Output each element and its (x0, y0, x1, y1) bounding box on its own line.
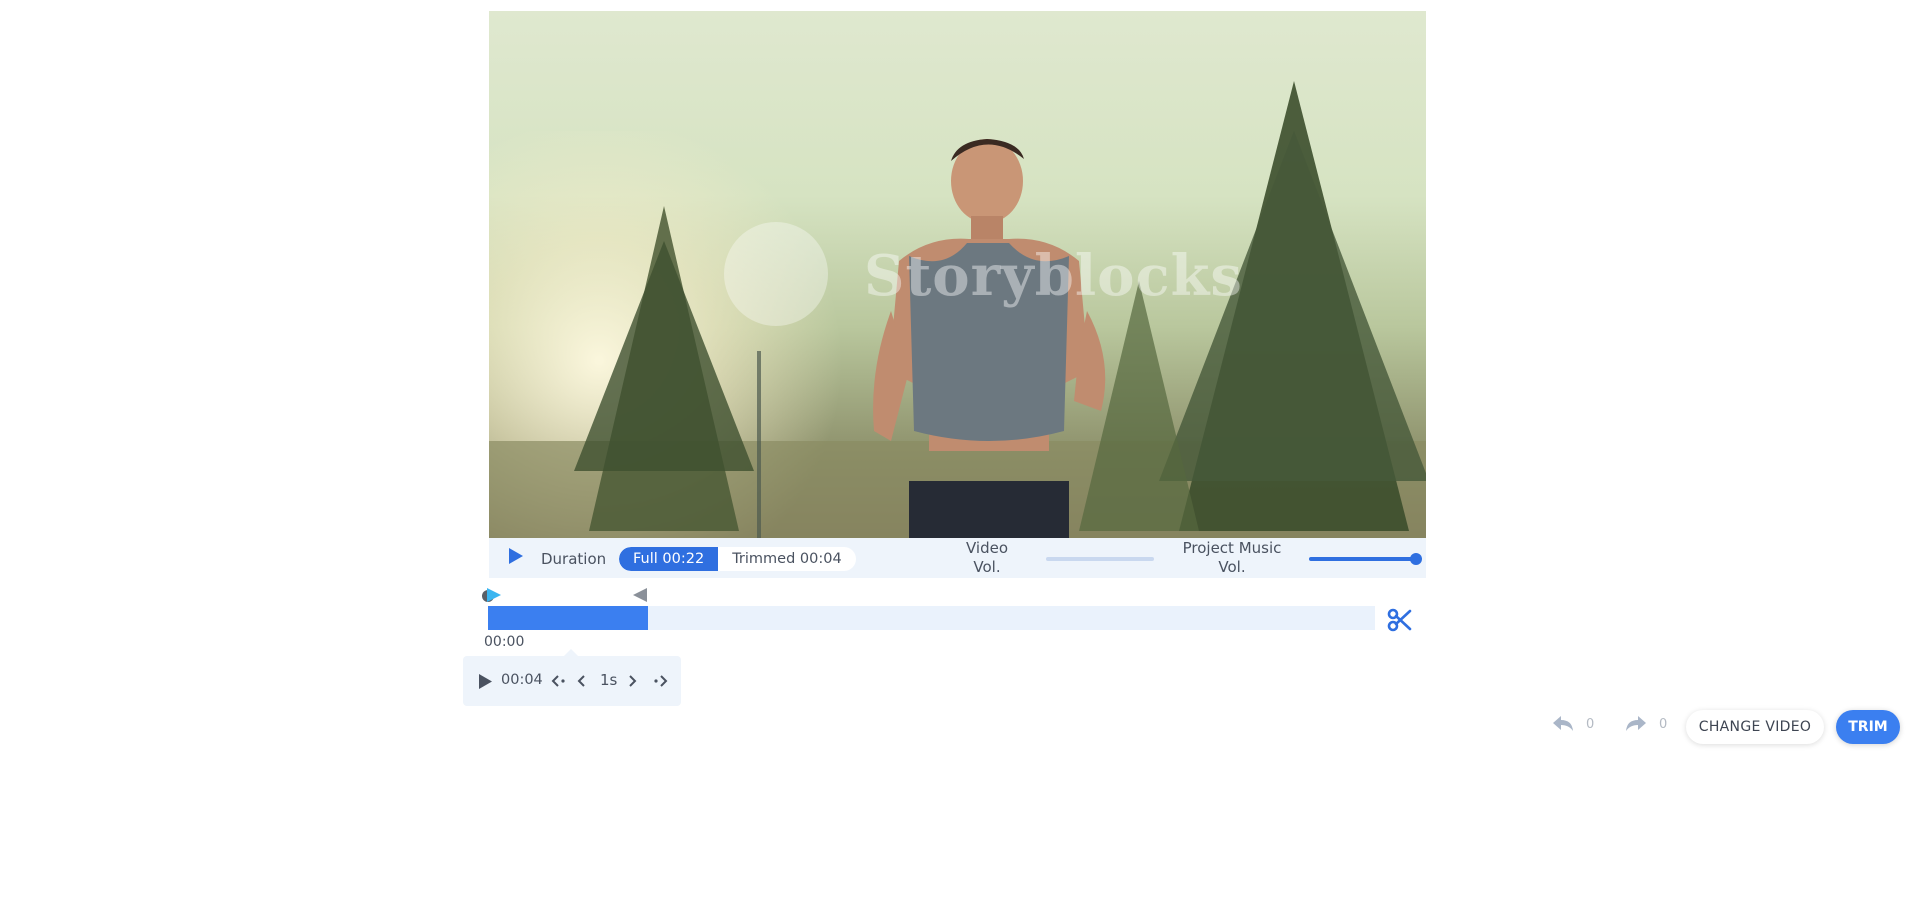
music-volume-label: Project Music Vol. (1182, 539, 1282, 576)
undo-icon[interactable] (1551, 713, 1575, 733)
watermark-text: Storyblocks (864, 243, 1243, 309)
trim-start-handle[interactable] (481, 586, 503, 604)
jump-start-icon[interactable] (550, 669, 568, 693)
trim-selection[interactable] (488, 606, 648, 630)
undo-count: 0 (1586, 717, 1595, 732)
redo-icon[interactable] (1624, 713, 1648, 733)
change-video-button[interactable]: CHANGE VIDEO (1686, 710, 1824, 744)
step-back-icon[interactable] (575, 669, 589, 693)
watermark-logo (724, 222, 828, 326)
player-control-bar: Duration Full 00:22 Trimmed 00:04 Video … (489, 538, 1426, 578)
redo-count: 0 (1659, 717, 1668, 732)
duration-trimmed-option[interactable]: Trimmed 00:04 (718, 547, 856, 571)
popover-caret (563, 649, 579, 657)
step-size[interactable]: 1s (600, 671, 617, 689)
current-time: 00:04 (501, 672, 543, 688)
jump-end-icon[interactable] (651, 669, 669, 693)
step-forward-icon[interactable] (625, 669, 639, 693)
video-volume-slider[interactable] (1046, 557, 1154, 561)
timeline-start-time: 00:00 (484, 634, 525, 650)
duration-label: Duration (541, 550, 607, 568)
video-preview[interactable]: Storyblocks (489, 11, 1426, 538)
music-volume-knob[interactable] (1410, 553, 1422, 565)
video-volume-label: Video Vol. (965, 539, 1009, 576)
play-icon[interactable] (507, 546, 525, 566)
trim-timeline[interactable] (488, 606, 1375, 630)
music-volume-slider[interactable] (1309, 553, 1422, 565)
duration-toggle: Full 00:22 Trimmed 00:04 (619, 547, 856, 571)
duration-full-option[interactable]: Full 00:22 (619, 547, 719, 571)
trim-button[interactable]: TRIM (1836, 710, 1900, 744)
play-icon[interactable] (477, 673, 493, 690)
scissors-icon[interactable] (1387, 608, 1413, 632)
trim-end-handle[interactable] (631, 586, 649, 604)
step-popover: 00:04 1s (463, 649, 681, 706)
